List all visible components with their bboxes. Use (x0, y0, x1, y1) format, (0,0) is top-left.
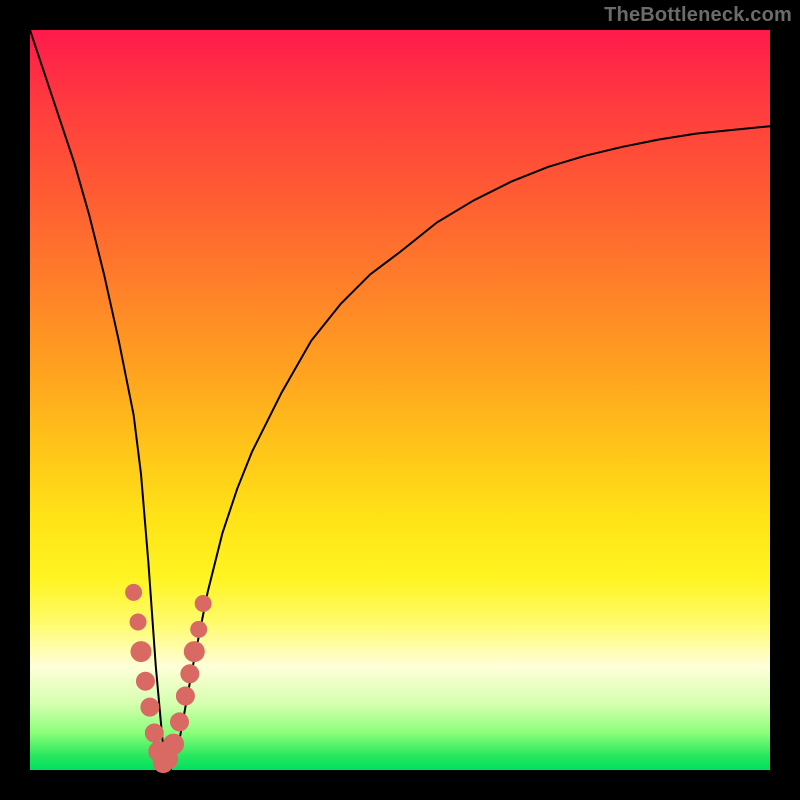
marker-point (170, 713, 188, 731)
marker-point (195, 596, 211, 612)
marker-point (130, 614, 146, 630)
marker-point (184, 642, 204, 662)
chart-overlay (30, 30, 770, 770)
marker-point (131, 642, 151, 662)
marker-point (191, 621, 207, 637)
marker-point (141, 698, 159, 716)
marker-point (181, 665, 199, 683)
marker-point (126, 584, 142, 600)
highlight-markers (126, 584, 212, 772)
marker-point (136, 672, 154, 690)
marker-point (176, 687, 194, 705)
chart-frame: TheBottleneck.com (0, 0, 800, 800)
watermark-text: TheBottleneck.com (604, 4, 792, 27)
marker-point (164, 734, 184, 754)
marker-point (145, 724, 163, 742)
